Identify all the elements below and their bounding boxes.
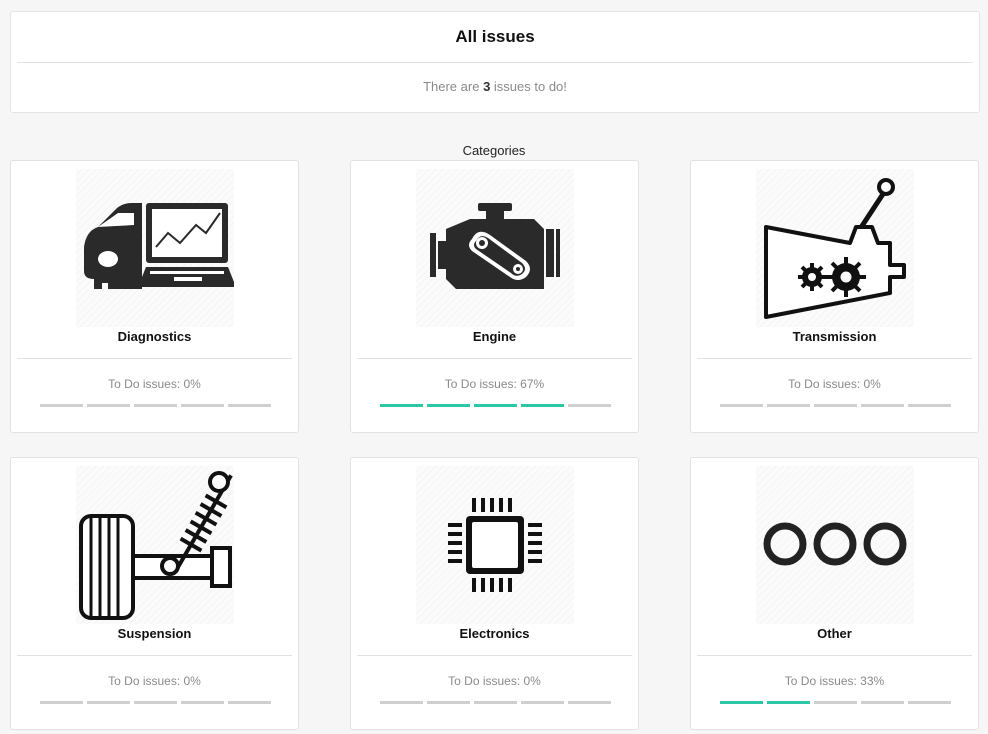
progress-segment bbox=[134, 404, 177, 407]
todo-progress-bar bbox=[720, 701, 951, 704]
todo-progress-label: To Do issues: 33% bbox=[784, 674, 885, 688]
todo-progress-bar bbox=[380, 404, 611, 407]
category-name: Engine bbox=[472, 329, 517, 344]
category-card-diagnostics[interactable]: Diagnostics To Do issues: 0% bbox=[10, 160, 299, 433]
progress-segment bbox=[521, 701, 564, 704]
progress-segment bbox=[814, 701, 857, 704]
progress-segment bbox=[814, 404, 857, 407]
category-card-engine[interactable]: Engine To Do issues: 67% bbox=[350, 160, 639, 433]
category-name: Other bbox=[817, 626, 852, 641]
category-card-suspension[interactable]: Suspension To Do issues: 0% bbox=[10, 457, 299, 730]
car-laptop-icon bbox=[76, 169, 234, 327]
chip-icon bbox=[416, 466, 574, 624]
progress-segment bbox=[87, 701, 130, 704]
progress-segment bbox=[767, 404, 810, 407]
progress-segment bbox=[861, 404, 904, 407]
category-card-electronics[interactable]: Electronics To Do issues: 0% bbox=[350, 457, 639, 730]
todo-progress-bar bbox=[720, 404, 951, 407]
divider bbox=[697, 655, 972, 656]
todo-progress-label: To Do issues: 67% bbox=[444, 377, 545, 391]
todo-progress-label: To Do issues: 0% bbox=[108, 377, 201, 391]
divider bbox=[697, 358, 972, 359]
engine-icon bbox=[416, 169, 574, 327]
todo-progress-label: To Do issues: 0% bbox=[788, 377, 881, 391]
category-name: Transmission bbox=[792, 329, 877, 344]
progress-segment bbox=[134, 701, 177, 704]
progress-segment bbox=[568, 404, 611, 407]
progress-segment bbox=[40, 404, 83, 407]
category-name: Electronics bbox=[459, 626, 530, 641]
progress-segment bbox=[228, 404, 271, 407]
progress-segment bbox=[521, 404, 564, 407]
todo-progress-label: To Do issues: 0% bbox=[108, 674, 201, 688]
progress-segment bbox=[181, 701, 224, 704]
todo-progress-bar bbox=[40, 404, 271, 407]
progress-segment bbox=[181, 404, 224, 407]
todo-progress-bar bbox=[380, 701, 611, 704]
todo-progress-label: To Do issues: 0% bbox=[448, 674, 541, 688]
progress-segment bbox=[474, 404, 517, 407]
page-title: All issues bbox=[455, 27, 535, 46]
progress-segment bbox=[474, 701, 517, 704]
progress-segment bbox=[861, 701, 904, 704]
progress-segment bbox=[767, 701, 810, 704]
progress-segment bbox=[427, 404, 470, 407]
category-card-other[interactable]: Other To Do issues: 33% bbox=[690, 457, 979, 730]
issues-summary-panel: All issues There are 3 issues to do! bbox=[10, 11, 980, 113]
category-card-transmission[interactable]: Transmission To Do issues: 0% bbox=[690, 160, 979, 433]
progress-segment bbox=[720, 701, 763, 704]
categories-heading: Categories bbox=[462, 143, 526, 158]
issue-count-message: There are 3 issues to do! bbox=[423, 79, 567, 94]
progress-segment bbox=[40, 701, 83, 704]
gearbox-icon bbox=[756, 169, 914, 327]
suspension-icon bbox=[76, 466, 234, 624]
divider bbox=[17, 655, 292, 656]
divider bbox=[357, 655, 632, 656]
progress-segment bbox=[380, 701, 423, 704]
progress-segment bbox=[908, 404, 951, 407]
progress-segment bbox=[87, 404, 130, 407]
progress-segment bbox=[720, 404, 763, 407]
progress-segment bbox=[427, 701, 470, 704]
progress-segment bbox=[568, 701, 611, 704]
divider bbox=[357, 358, 632, 359]
category-name: Diagnostics bbox=[117, 329, 192, 344]
rings-icon bbox=[756, 466, 914, 624]
progress-segment bbox=[908, 701, 951, 704]
category-name: Suspension bbox=[117, 626, 192, 641]
todo-progress-bar bbox=[40, 701, 271, 704]
progress-segment bbox=[380, 404, 423, 407]
divider bbox=[17, 358, 292, 359]
progress-segment bbox=[228, 701, 271, 704]
